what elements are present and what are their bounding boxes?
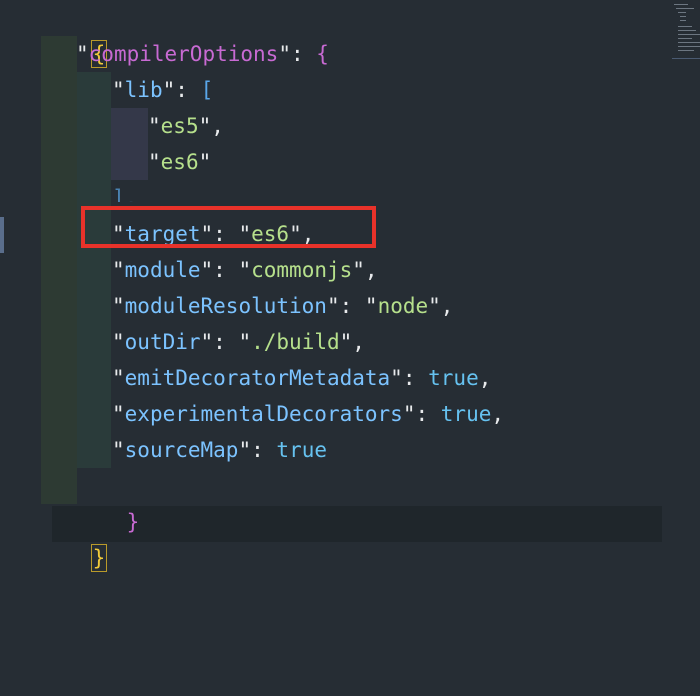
code-line-close-brace[interactable]: } — [40, 504, 108, 572]
lib-key: lib — [124, 78, 163, 102]
entry-key: sourceMap — [124, 438, 239, 462]
code-line-lib-close[interactable]: ], — [112, 180, 137, 202]
code-line-open-brace[interactable]: { — [40, 0, 108, 68]
entry-key: experimentalDecorators — [124, 402, 403, 426]
lib-value: es6 — [160, 150, 199, 174]
entry-value: ./build — [251, 330, 340, 354]
entry-value: true — [276, 438, 327, 462]
lib-value: es5 — [160, 114, 199, 138]
gutter-change-marker — [0, 217, 4, 253]
entry-value: true — [440, 402, 492, 426]
lib-close-bracket: ], — [112, 186, 138, 202]
lib-open-bracket: [ — [200, 78, 214, 102]
entry-value: commonjs — [251, 258, 353, 282]
entry-key: emitDecoratorMetadata — [124, 366, 391, 390]
compiler-options-key: compilerOptions — [88, 42, 279, 66]
code-line-lib-value-2[interactable]: "es6" — [148, 144, 211, 180]
code-line-module[interactable]: "module": "commonjs", — [112, 252, 378, 288]
minimap[interactable] — [670, 0, 700, 62]
code-line-module-resolution[interactable]: "moduleResolution": "node", — [112, 288, 453, 324]
entry-key: outDir — [124, 330, 201, 354]
entry-value: true — [428, 366, 479, 390]
code-line-compiler-options[interactable]: "compilerOptions": { — [76, 36, 329, 72]
entry-key: moduleResolution — [124, 294, 327, 318]
compiler-options-close-brace: } — [126, 510, 140, 534]
indent-guide-level-2 — [77, 72, 111, 468]
code-line-lib[interactable]: "lib": [ — [112, 72, 213, 108]
code-line-out-dir[interactable]: "outDir": "./build", — [112, 324, 365, 360]
entry-value: node — [377, 294, 429, 318]
current-line-highlight — [52, 506, 662, 542]
close-brace: } — [90, 544, 108, 572]
entry-key: module — [124, 258, 201, 282]
code-line-experimental-decorators[interactable]: "experimentalDecorators": true, — [112, 396, 504, 432]
code-editor[interactable]: { "compilerOptions": { "lib": [ "es5", "… — [0, 0, 700, 696]
compiler-options-open-brace: { — [303, 42, 329, 66]
code-line-inner-close[interactable]: } — [76, 468, 140, 534]
annotation-highlight-box — [81, 206, 376, 248]
code-line-emit-decorator-metadata[interactable]: "emitDecoratorMetadata": true, — [112, 360, 491, 396]
code-line-source-map[interactable]: "sourceMap": true — [112, 432, 327, 468]
code-line-lib-value-1[interactable]: "es5", — [148, 108, 224, 144]
indent-guide-level-3 — [111, 108, 148, 180]
